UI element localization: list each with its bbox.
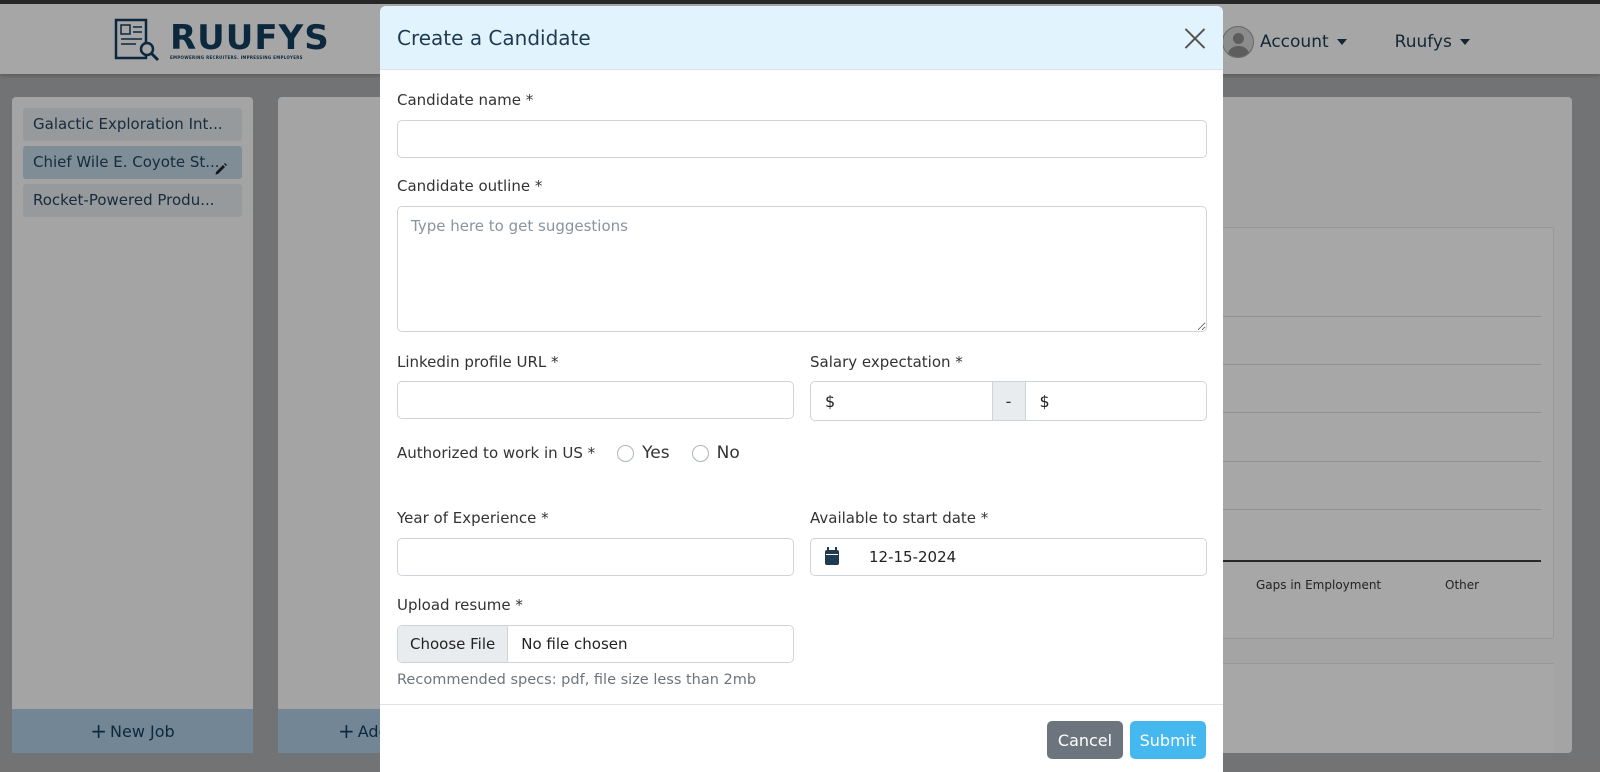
choose-file-button[interactable]: Choose File: [398, 626, 509, 662]
start-date-picker[interactable]: 12-15-2024: [810, 538, 1207, 576]
currency-symbol: $: [1039, 391, 1050, 411]
experience-input[interactable]: [397, 538, 794, 576]
modal-footer: Cancel Submit: [380, 704, 1223, 772]
candidate-outline-label: Candidate outline *: [397, 177, 543, 195]
currency-symbol: $: [825, 391, 836, 411]
salary-range-separator: -: [991, 382, 1026, 420]
experience-label: Year of Experience *: [397, 509, 549, 527]
modal-title: Create a Candidate: [397, 26, 591, 50]
linkedin-url-label: Linkedin profile URL *: [397, 353, 559, 371]
submit-button[interactable]: Submit: [1130, 721, 1206, 759]
modal-header: Create a Candidate: [380, 6, 1223, 70]
close-icon[interactable]: [1183, 26, 1207, 50]
linkedin-url-input[interactable]: [397, 381, 794, 419]
salary-max-input[interactable]: $: [1026, 382, 1207, 420]
authorized-yes-radio[interactable]: [617, 444, 635, 462]
candidate-outline-textarea[interactable]: [397, 206, 1207, 332]
resume-help-text: Recommended specs: pdf, file size less t…: [397, 672, 757, 688]
candidate-name-input[interactable]: [397, 120, 1207, 158]
start-date-label: Available to start date *: [810, 509, 989, 527]
resume-file-input[interactable]: Choose File No file chosen: [397, 625, 794, 663]
authorized-no-label[interactable]: No: [717, 443, 740, 463]
authorized-label: Authorized to work in US *: [397, 444, 596, 462]
salary-expectation-label: Salary expectation *: [810, 353, 963, 371]
salary-min-input[interactable]: $: [811, 382, 992, 420]
candidate-name-label: Candidate name *: [397, 91, 534, 109]
create-candidate-modal: Create a Candidate Candidate name * Cand…: [380, 6, 1223, 772]
upload-resume-label: Upload resume *: [397, 596, 523, 614]
authorized-radio-group: Authorized to work in US * Yes No: [397, 443, 740, 463]
calendar-icon: [825, 546, 839, 565]
authorized-yes-label[interactable]: Yes: [642, 443, 669, 463]
file-status-text: No file chosen: [521, 635, 628, 653]
salary-range-group: $ - $: [810, 381, 1207, 421]
cancel-button[interactable]: Cancel: [1047, 721, 1123, 759]
start-date-value: 12-15-2024: [869, 548, 957, 566]
authorized-no-radio[interactable]: [691, 444, 709, 462]
